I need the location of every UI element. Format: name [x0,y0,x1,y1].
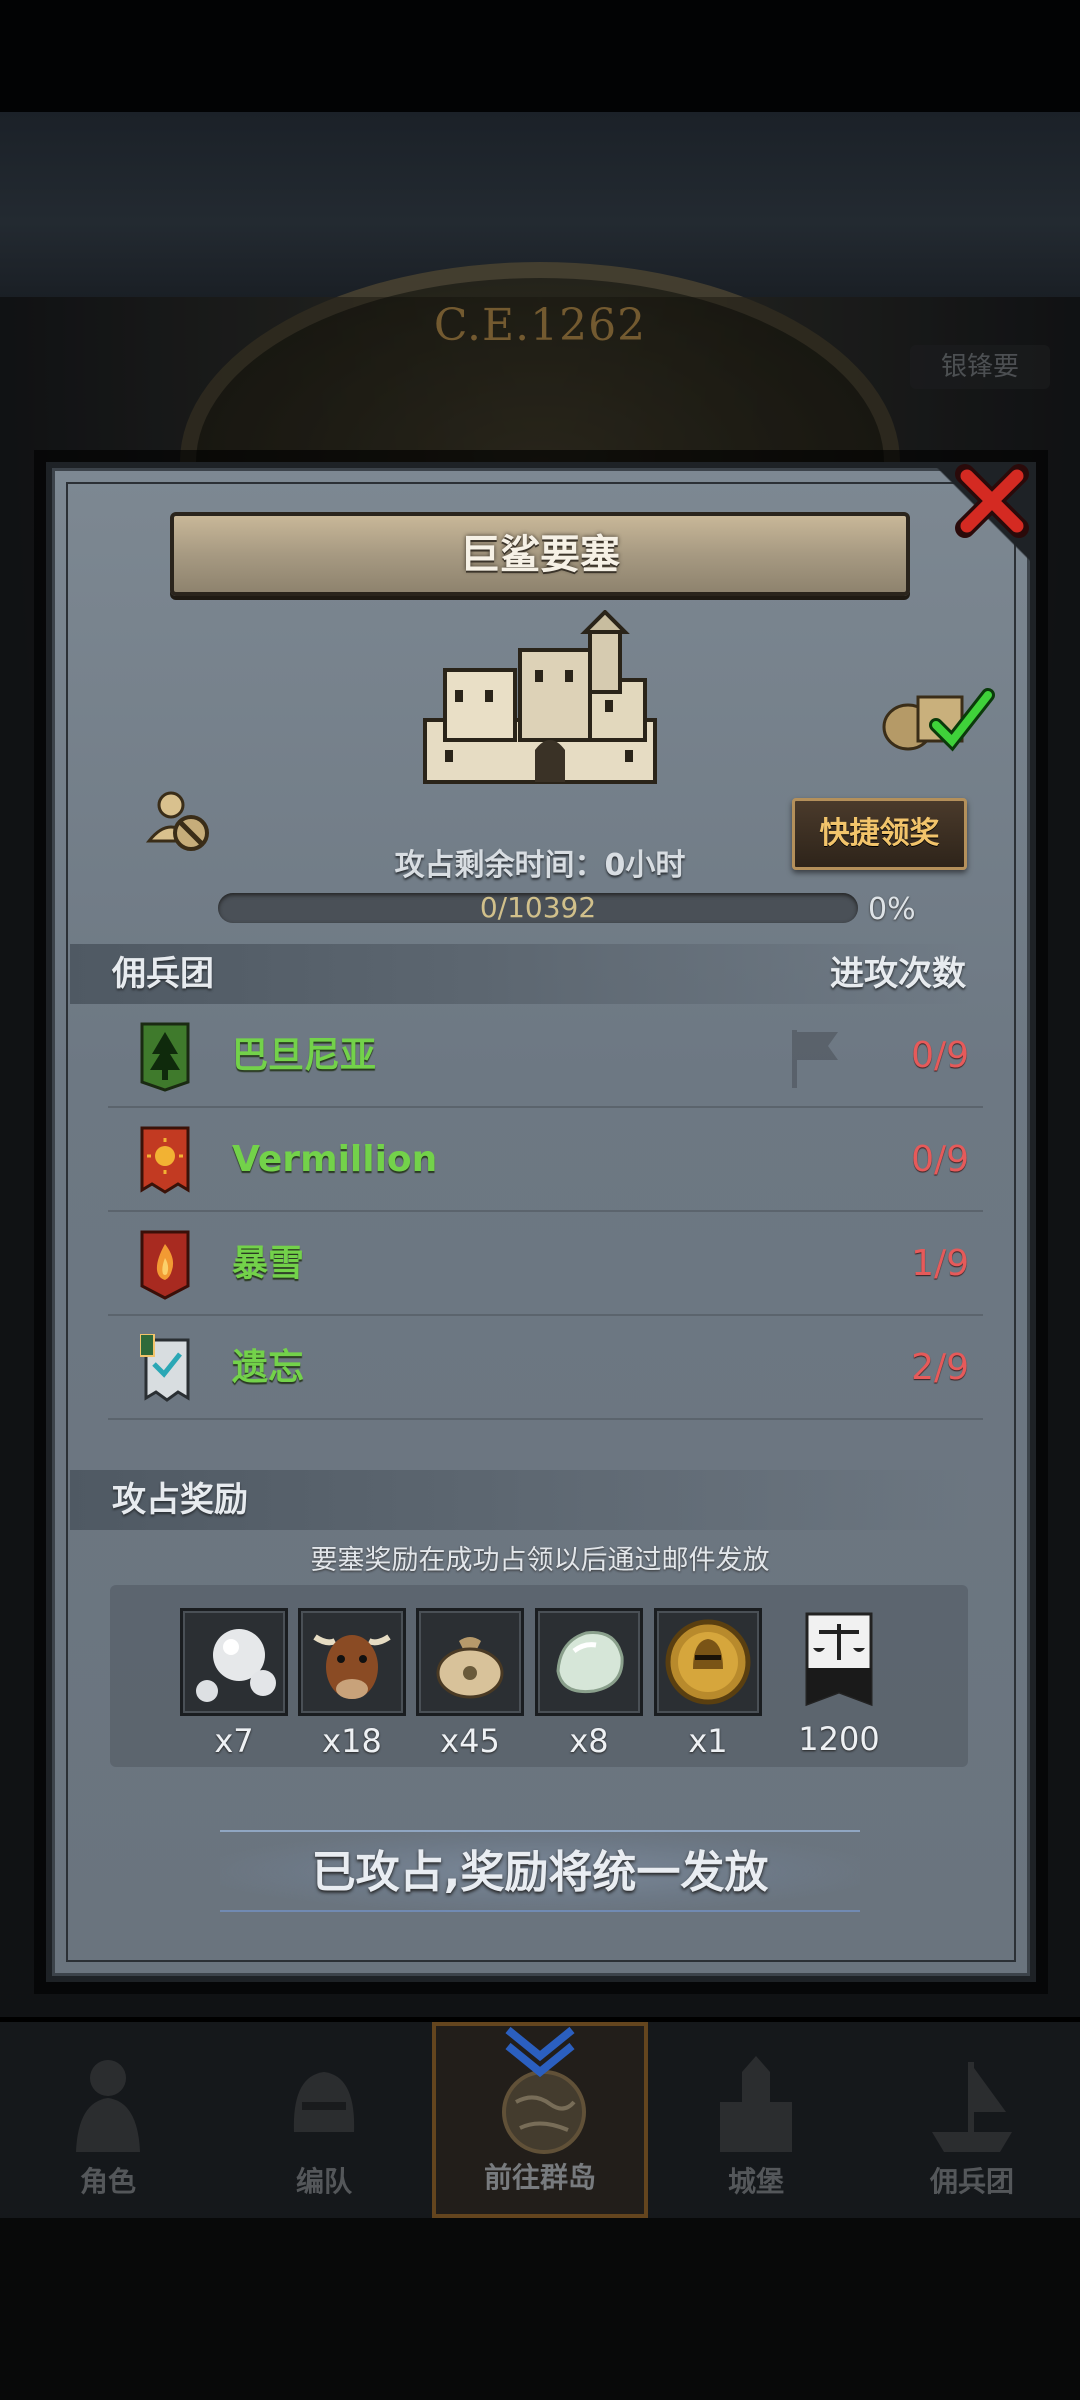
reward-slot [298,1608,406,1716]
knight-icon [76,2060,140,2152]
list-item[interactable]: 遗忘 2/9 [108,1316,983,1420]
list-item[interactable]: Vermillion 0/9 [108,1108,983,1212]
time-remaining-label: 攻占剩余时间：0小时 [394,848,686,883]
reward-item[interactable]: x7 [180,1608,288,1760]
reward-qty: x7 [214,1722,254,1760]
reward-section-header: 攻占奖励 [70,1470,970,1530]
dialog-title: 巨鲨要塞 [460,532,620,578]
helmet-icon [293,2072,355,2132]
reward-item[interactable]: x45 [416,1608,524,1760]
jade-stone-icon [556,1631,624,1694]
tab-label: 前往群岛 [483,2161,596,2194]
attack-count-header: 进攻次数 [830,954,966,994]
reward-slot [416,1608,524,1716]
justice-banner-icon [805,1612,873,1707]
chevron-down-icon [505,2026,575,2078]
tab-label: 佣兵团 [929,2165,1014,2198]
mercenary-name: 遗忘 [232,1347,305,1388]
attack-count: 0/9 [911,1139,969,1180]
tab-mercenary[interactable]: 佣兵团 [864,2022,1080,2218]
castle-icon [423,610,657,784]
list-item[interactable]: 暴雪 1/9 [108,1212,983,1316]
reward-slot [535,1608,643,1716]
reward-item[interactable]: x8 [535,1608,643,1760]
reward-section-label: 攻占奖励 [112,1480,248,1520]
sun-banner-icon [140,1126,190,1194]
close-button[interactable] [953,462,1031,540]
wave-banner-icon [140,1334,190,1402]
reward-qty: x8 [569,1722,609,1760]
reward-slot [654,1608,762,1716]
reward-claimed-icon [882,688,995,752]
tab-label: 角色 [79,2165,136,2198]
tab-character[interactable]: 角色 [0,2022,216,2218]
reward-qty: x1 [688,1722,728,1760]
castle-nav-icon [720,2056,792,2152]
progress-text: 0/10392 [479,891,597,924]
progress-percent: 0% [868,892,916,927]
close-icon [955,464,1029,538]
title-scroll: 巨鲨要塞 [170,512,910,596]
tab-label: 城堡 [727,2165,784,2198]
pine-tree-banner-icon [140,1022,190,1092]
mercenary-name: 巴旦尼亚 [232,1035,377,1076]
reward-item[interactable]: x1 [654,1608,762,1760]
status-bar [0,0,1080,112]
bottom-fill [0,2218,1080,2400]
attack-count: 2/9 [911,1347,969,1388]
ship-icon [932,2062,1012,2152]
tab-castle[interactable]: 城堡 [648,2022,864,2218]
flame-banner-icon [140,1230,190,1300]
money-bag-icon [436,1637,504,1699]
tab-formation[interactable]: 编队 [216,2022,432,2218]
mercenary-name: Vermillion [232,1139,438,1180]
mercenary-section-header: 佣兵团 进攻次数 [70,944,970,1004]
reward-qty: x45 [440,1722,500,1760]
reward-qty: x18 [322,1722,382,1760]
captured-status-text: 已攻占,奖励将统一发放 [311,1847,769,1898]
attack-count: 1/9 [911,1243,969,1284]
list-item[interactable]: 巴旦尼亚 0/9 [108,1004,983,1108]
knight-medal-icon [665,1619,751,1705]
tab-label: 编队 [295,2165,352,2198]
reward-item[interactable]: 1200 [785,1608,893,1758]
mercenary-name: 暴雪 [232,1243,305,1284]
ox-head-icon [313,1634,391,1699]
reward-item[interactable]: x18 [298,1608,406,1760]
reward-qty: 1200 [798,1720,880,1758]
reward-slot [180,1608,288,1716]
pearl-icon [196,1629,276,1702]
attack-count: 0/9 [911,1035,969,1076]
reward-note: 要塞奖励在成功占领以后通过邮件发放 [310,1545,770,1576]
flag-icon [792,1030,838,1088]
mercenary-section-label: 佣兵团 [112,954,214,994]
captured-status-banner: 已攻占,奖励将统一发放 [220,1830,860,1912]
